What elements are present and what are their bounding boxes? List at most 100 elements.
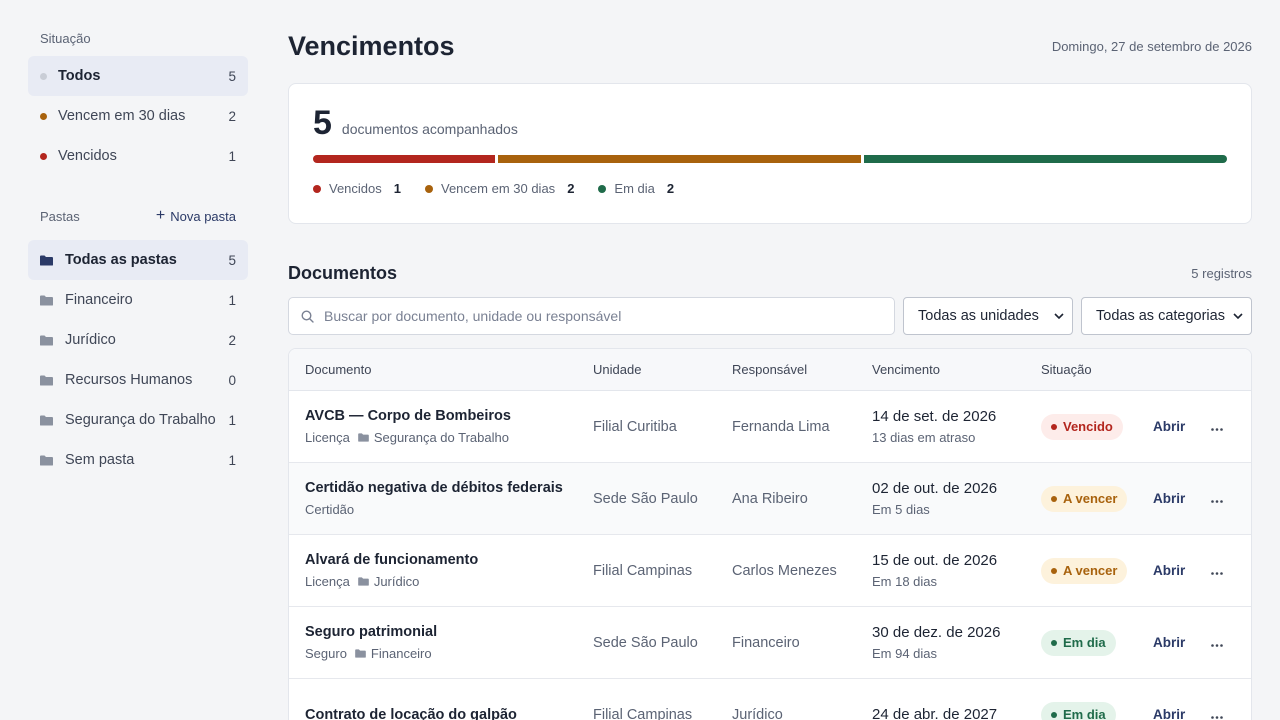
- document-type: Licença: [305, 574, 350, 589]
- due-date-cell: 14 de set. de 2026 13 dias em atraso: [872, 408, 1041, 445]
- status-filter-item[interactable]: Vencidos 1: [28, 136, 248, 176]
- status-badge-label: Vencido: [1063, 419, 1113, 434]
- table-header: Documento Unidade Responsável Vencimento…: [289, 349, 1251, 391]
- document-name[interactable]: Seguro patrimonial: [305, 624, 593, 640]
- open-cell: Abrir: [1153, 562, 1211, 580]
- folder-icon: [40, 455, 53, 465]
- status-cell: A vencer: [1041, 557, 1153, 584]
- more-options-icon[interactable]: [1211, 499, 1223, 503]
- folder-item[interactable]: Recursos Humanos 0: [28, 360, 248, 400]
- document-cell: AVCB — Corpo de Bombeiros Licença Seguranç…: [289, 408, 593, 445]
- folder-item[interactable]: Todas as pastas 5: [28, 240, 248, 280]
- status-distribution-bar: [313, 155, 1227, 163]
- due-date-cell: 15 de out. de 2026 Em 18 dias: [872, 552, 1041, 589]
- folder-item-label: Recursos Humanos: [65, 372, 193, 388]
- status-filter-item[interactable]: Todos 5: [28, 56, 248, 96]
- more-options-icon[interactable]: [1211, 643, 1223, 647]
- table-row[interactable]: Contrato de locação do galpão Filial Camp…: [289, 679, 1251, 720]
- document-name[interactable]: Alvará de funcionamento: [305, 552, 593, 568]
- open-cell: Abrir: [1153, 634, 1211, 652]
- unit-cell: Sede São Paulo: [593, 634, 698, 651]
- document-folder: Financeiro: [370, 646, 432, 661]
- table-row[interactable]: Seguro patrimonial Seguro Financeiro Sede S…: [289, 607, 1251, 679]
- document-name[interactable]: Certidão negativa de débitos federais: [305, 480, 593, 496]
- legend-label: Vencem em 30 dias: [441, 181, 556, 196]
- plus-icon: +: [155, 207, 166, 224]
- column-header-status[interactable]: Situação: [1041, 362, 1153, 377]
- responsible-cell: Financeiro: [732, 634, 800, 651]
- search-icon: [301, 309, 314, 323]
- open-cell: Abrir: [1153, 490, 1211, 508]
- due-date: 14 de set. de 2026: [872, 408, 997, 425]
- status-cell: A vencer: [1041, 485, 1153, 512]
- status-filter-count: 5: [228, 68, 236, 84]
- documents-header: Documentos 5 registros: [288, 260, 1252, 286]
- new-folder-button[interactable]: + Nova pasta: [156, 208, 236, 224]
- status-badge-dot: [1051, 495, 1057, 502]
- table-row[interactable]: Alvará de funcionamento Licença Jurídico Fi…: [289, 535, 1251, 607]
- folder-item[interactable]: Financeiro 1: [28, 280, 248, 320]
- table-row[interactable]: Certidão negativa de débitos federais Cer…: [289, 463, 1251, 535]
- folder-item[interactable]: Sem pasta 1: [28, 440, 248, 480]
- more-options-icon[interactable]: [1211, 571, 1223, 575]
- search-input[interactable]: [324, 308, 894, 324]
- folder-icon: [40, 335, 53, 345]
- more-cell: [1211, 634, 1251, 652]
- status-filter-label: Vencem em 30 dias: [58, 108, 186, 124]
- status-badge-dot: [1051, 423, 1057, 430]
- responsible-cell: Ana Ribeiro: [732, 490, 808, 507]
- document-cell: Alvará de funcionamento Licença Jurídico: [289, 552, 593, 589]
- folder-item[interactable]: Jurídico 2: [28, 320, 248, 360]
- responsible-cell: Jurídico: [732, 706, 783, 720]
- total-documents: 5: [313, 104, 332, 142]
- table-body: AVCB — Corpo de Bombeiros Licença Seguranç…: [289, 391, 1251, 720]
- folder-item[interactable]: Segurança do Trabalho 1: [28, 400, 248, 440]
- document-name[interactable]: AVCB — Corpo de Bombeiros: [305, 408, 593, 424]
- status-badge-label: Em dia: [1063, 635, 1106, 650]
- due-date: 02 de out. de 2026: [872, 480, 998, 497]
- column-header-responsible[interactable]: Responsável: [732, 362, 872, 377]
- summary-card: 5 documentos acompanhados Vencidos 1 Vence…: [288, 83, 1252, 224]
- search-box[interactable]: [288, 297, 895, 335]
- document-folder: Segurança do Trabalho: [373, 430, 509, 445]
- responsible-cell: Fernanda Lima: [732, 418, 830, 435]
- open-document-link[interactable]: Abrir: [1153, 563, 1185, 578]
- document-name[interactable]: Contrato de locação do galpão: [305, 707, 593, 720]
- due-date-cell: 30 de dez. de 2026 Em 94 dias: [872, 624, 1041, 661]
- main-content: Vencimentos Domingo, 27 de setembro de 2…: [288, 28, 1252, 720]
- open-cell: Abrir: [1153, 706, 1211, 720]
- table-row[interactable]: AVCB — Corpo de Bombeiros Licença Seguranç…: [289, 391, 1251, 463]
- category-filter-select[interactable]: Todas as categorias: [1081, 297, 1252, 335]
- more-options-icon[interactable]: [1211, 715, 1223, 719]
- filters-bar: Todas as unidades Todas as categorias: [288, 297, 1252, 335]
- document-type: Licença: [305, 430, 350, 445]
- status-badge: Em dia: [1041, 629, 1116, 656]
- column-header-due-date[interactable]: Vencimento: [872, 362, 1041, 377]
- more-options-icon[interactable]: [1211, 427, 1223, 431]
- documents-title: Documentos: [288, 262, 398, 283]
- page-title: Vencimentos: [288, 30, 455, 61]
- open-document-link[interactable]: Abrir: [1153, 491, 1185, 506]
- open-document-link[interactable]: Abrir: [1153, 419, 1185, 434]
- folder-icon: [357, 577, 369, 586]
- status-filter-item[interactable]: Vencem em 30 dias 2: [28, 96, 248, 136]
- column-header-unit[interactable]: Unidade: [593, 362, 732, 377]
- folders-section-title: Pastas: [40, 208, 80, 224]
- folder-item-count: 0: [228, 372, 236, 388]
- new-folder-label: Nova pasta: [170, 208, 236, 224]
- open-document-link[interactable]: Abrir: [1153, 635, 1185, 650]
- unit-cell: Sede São Paulo: [593, 490, 698, 507]
- unit-filter-select[interactable]: Todas as unidades: [903, 297, 1073, 335]
- unit-cell: Filial Campinas: [593, 562, 693, 579]
- status-badge-dot: [1051, 711, 1057, 718]
- folder-icon: [40, 375, 53, 385]
- folder-item-label: Sem pasta: [65, 452, 135, 468]
- folder-icon: [40, 255, 53, 265]
- column-header-document[interactable]: Documento: [289, 362, 593, 377]
- document-meta: Licença Jurídico: [305, 574, 593, 589]
- due-date-cell: 02 de out. de 2026 Em 5 dias: [872, 480, 1041, 517]
- open-document-link[interactable]: Abrir: [1153, 707, 1185, 720]
- more-cell: [1211, 706, 1251, 720]
- status-filter-label: Todos: [58, 68, 101, 84]
- folder-item-label: Jurídico: [65, 332, 116, 348]
